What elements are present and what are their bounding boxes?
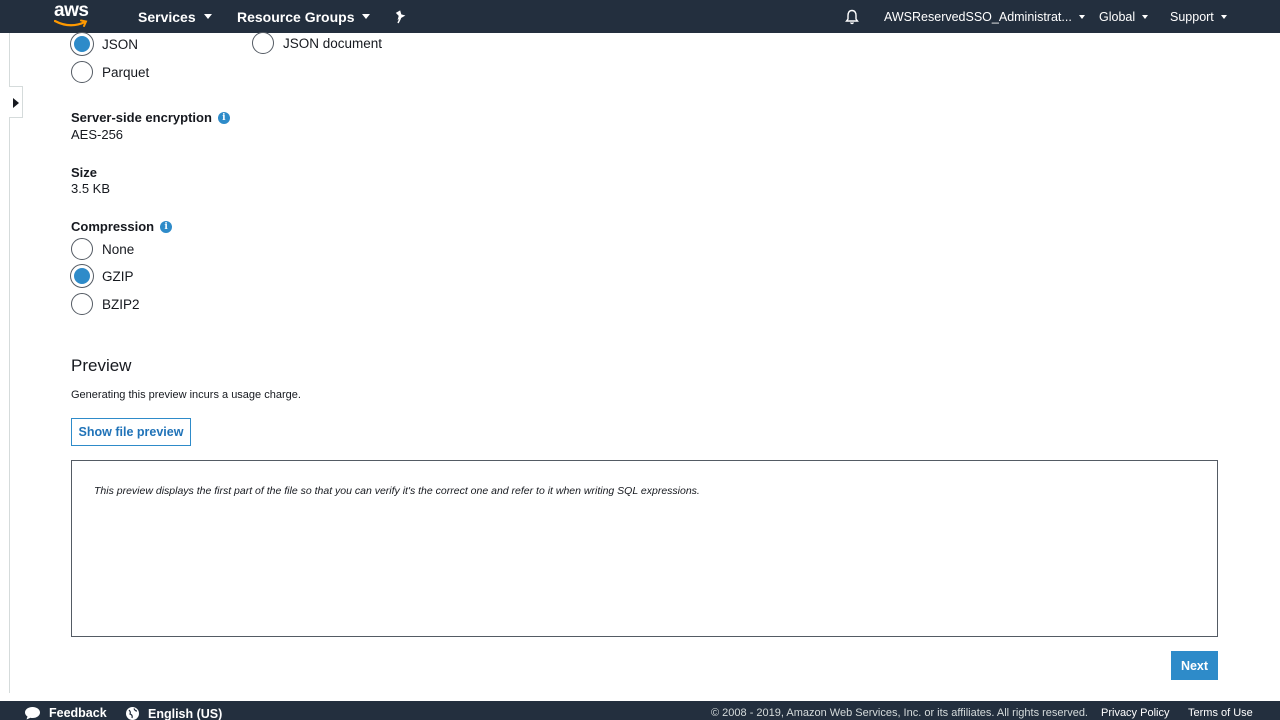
radio-unchecked[interactable]	[71, 61, 93, 83]
feedback-label: Feedback	[49, 706, 107, 720]
top-navigation-bar: aws Services Resource Groups AWSReserved…	[0, 0, 1280, 33]
pin-button[interactable]	[394, 0, 407, 33]
encryption-label: Server-side encryption	[71, 110, 212, 125]
language-selector[interactable]: English (US)	[125, 706, 222, 720]
next-button[interactable]: Next	[1171, 651, 1218, 680]
feedback-button[interactable]: Feedback	[24, 706, 107, 720]
format-option-parquet[interactable]: Parquet	[71, 61, 149, 83]
radio-unchecked[interactable]	[71, 238, 93, 260]
compression-option-label: None	[102, 241, 135, 257]
compression-option-label: BZIP2	[102, 296, 140, 312]
notifications-button[interactable]	[845, 0, 859, 33]
compression-label-row: Compression i	[71, 219, 173, 234]
size-label: Size	[71, 165, 98, 180]
resource-groups-menu-label: Resource Groups	[237, 8, 355, 25]
speech-bubble-icon	[25, 707, 40, 720]
preview-heading: Preview	[71, 356, 132, 375]
region-menu[interactable]: Global	[1099, 0, 1149, 33]
compression-label: Compression	[71, 219, 155, 234]
compression-option-none[interactable]: None	[71, 238, 134, 260]
preview-description: Generating this preview incurs a usage c…	[71, 389, 301, 401]
format-option-label: JSON document	[283, 35, 383, 51]
account-menu-label: AWSReservedSSO_Administrat...	[884, 9, 1072, 24]
account-menu[interactable]: AWSReservedSSO_Administrat...	[884, 0, 1085, 33]
size-value: 3.5 KB	[71, 181, 111, 196]
chevron-down-icon	[203, 14, 212, 19]
preview-box: This preview displays the first part of …	[71, 460, 1218, 637]
format-option-label: JSON	[102, 36, 139, 52]
language-label: English (US)	[148, 706, 223, 720]
support-menu[interactable]: Support	[1170, 0, 1227, 33]
preview-box-text: This preview displays the first part of …	[94, 485, 700, 497]
chevron-down-icon	[362, 14, 371, 19]
radio-checked[interactable]	[71, 33, 93, 55]
compression-option-label: GZIP	[102, 268, 134, 284]
info-icon[interactable]: i	[160, 220, 173, 233]
copyright-text: © 2008 - 2019, Amazon Web Services, Inc.…	[711, 707, 1088, 719]
radio-checked[interactable]	[71, 265, 93, 287]
format-option-json[interactable]: JSON	[71, 33, 138, 55]
info-icon[interactable]: i	[217, 111, 230, 124]
side-panel-border	[9, 33, 10, 693]
format-option-label: Parquet	[102, 64, 150, 80]
privacy-policy-link[interactable]: Privacy Policy	[1101, 707, 1169, 719]
aws-logo[interactable]: aws	[54, 0, 94, 30]
compression-option-bzip2[interactable]: BZIP2	[71, 293, 140, 315]
pin-icon	[395, 9, 406, 23]
region-menu-label: Global	[1099, 9, 1136, 24]
format-option-json-document[interactable]: JSON document	[252, 32, 382, 54]
globe-icon	[126, 707, 139, 720]
chevron-down-icon	[1142, 14, 1149, 19]
chevron-down-icon	[1078, 14, 1085, 19]
chevron-down-icon	[1220, 14, 1227, 19]
radio-unchecked[interactable]	[252, 32, 274, 54]
expand-side-panel-button[interactable]	[9, 86, 23, 118]
radio-unchecked[interactable]	[71, 293, 93, 315]
services-menu-label: Services	[138, 8, 196, 25]
aws-smile-icon	[54, 19, 88, 27]
encryption-value: AES-256	[71, 127, 124, 142]
bell-icon	[845, 9, 859, 24]
encryption-label-row: Server-side encryption i	[71, 110, 230, 125]
compression-option-gzip[interactable]: GZIP	[71, 265, 134, 287]
services-menu[interactable]: Services	[138, 0, 212, 33]
footer-bar: Feedback English (US) © 2008 - 2019, Ama…	[0, 701, 1280, 720]
terms-of-use-link[interactable]: Terms of Use	[1188, 707, 1253, 719]
resource-groups-menu[interactable]: Resource Groups	[237, 0, 371, 33]
show-file-preview-button[interactable]: Show file preview	[71, 418, 191, 446]
support-menu-label: Support	[1170, 9, 1214, 24]
